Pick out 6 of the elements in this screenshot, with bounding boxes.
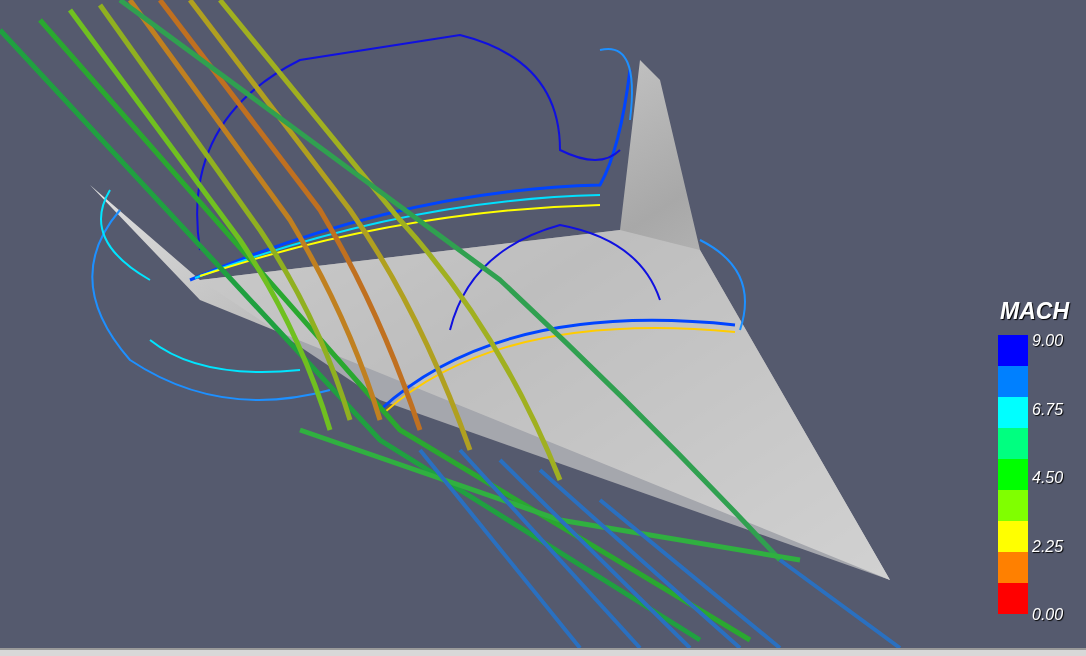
- legend-label: 2.25: [1032, 538, 1064, 555]
- legend-label: 0.00: [1032, 607, 1064, 623]
- legend-label: 9.00: [1032, 333, 1064, 349]
- legend-label: 6.75: [1032, 401, 1064, 418]
- legend-label: 4.50: [1032, 470, 1064, 486]
- legend-title: MACH: [1000, 300, 1071, 323]
